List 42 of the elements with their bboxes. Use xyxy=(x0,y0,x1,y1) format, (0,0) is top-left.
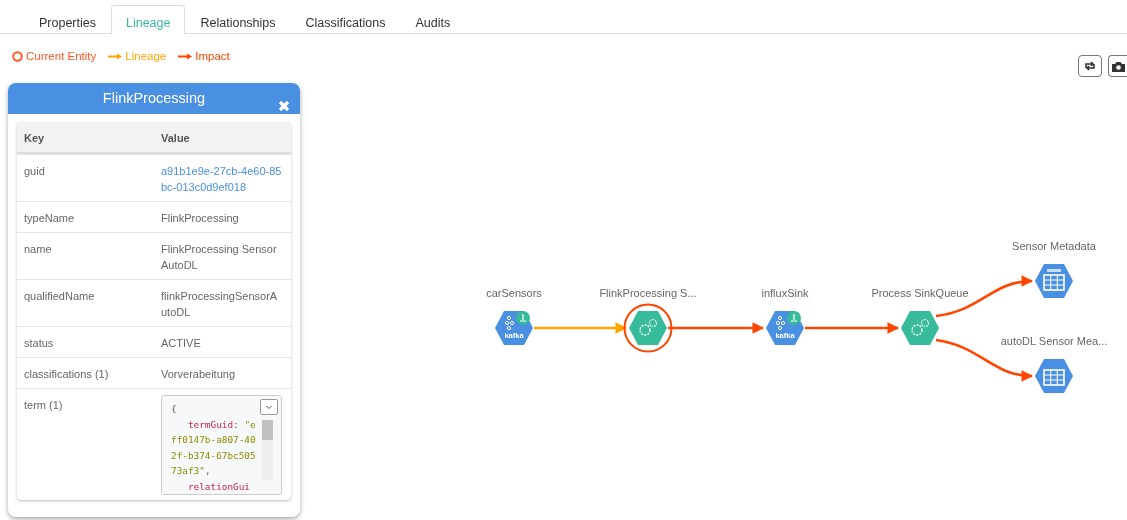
table-node-icon[interactable] xyxy=(1035,264,1073,298)
column-header: Key xyxy=(17,122,154,154)
value-cell-text: flinkProcessingSensorAutoDL xyxy=(160,289,279,320)
node-label: FlinkProcessing S... xyxy=(599,287,697,299)
key-cell-text: guid xyxy=(23,164,46,179)
key-cell-text: status xyxy=(23,336,55,351)
node-label: Process SinkQueue xyxy=(871,287,969,299)
kafka-node-icon[interactable] xyxy=(495,311,533,345)
tab[interactable]: Audits xyxy=(400,5,466,34)
value-cell-text: Vorverabeitung xyxy=(160,367,236,382)
collapse-button[interactable] xyxy=(260,399,278,415)
node-label: Sensor Metadata xyxy=(1012,240,1096,252)
node-label: carSensors xyxy=(486,287,542,299)
key-cell-text: name xyxy=(23,242,53,257)
close-icon[interactable] xyxy=(278,100,290,112)
value-cell-text: ACTIVE xyxy=(160,336,202,351)
node-label: autoDL Sensor Mea... xyxy=(1000,335,1108,347)
key-cell-text: typeName xyxy=(23,211,76,226)
tab[interactable]: Classifications xyxy=(290,5,401,34)
kafka-node-icon[interactable] xyxy=(766,311,804,345)
tab[interactable]: Relationships xyxy=(185,5,291,34)
legend-label: Current Entity xyxy=(26,50,97,62)
key-cell-text: term (1) xyxy=(23,398,64,413)
camera-button[interactable] xyxy=(1108,55,1127,77)
key-cell-text: classifications (1) xyxy=(23,367,110,382)
gears-node-icon[interactable] xyxy=(629,311,667,345)
legend-label: Lineage xyxy=(125,50,167,62)
panel-title: FlinkProcessing xyxy=(102,90,206,106)
value-cell-text: FlinkProcessing xyxy=(160,211,240,226)
value-cell-text: FlinkProcessing Sensor AutoDL xyxy=(160,242,278,273)
column-header: Value xyxy=(154,122,291,154)
table-node-icon[interactable] xyxy=(1035,359,1073,393)
gears-node-icon[interactable] xyxy=(901,311,939,345)
node-label: influxSink xyxy=(761,287,809,299)
refresh-button[interactable] xyxy=(1078,55,1102,77)
refresh-icon xyxy=(1084,61,1096,71)
legend-label: Impact xyxy=(195,50,230,62)
scrollbar[interactable] xyxy=(262,420,273,480)
tab[interactable]: Properties xyxy=(24,5,111,34)
key-cell-text: qualifiedName xyxy=(23,289,96,304)
json-viewer: { termGuid: "e ff0147b-a807-40 2f-b374-67bc505 73af3", relationGui xyxy=(161,395,282,495)
camera-icon xyxy=(1112,60,1125,72)
